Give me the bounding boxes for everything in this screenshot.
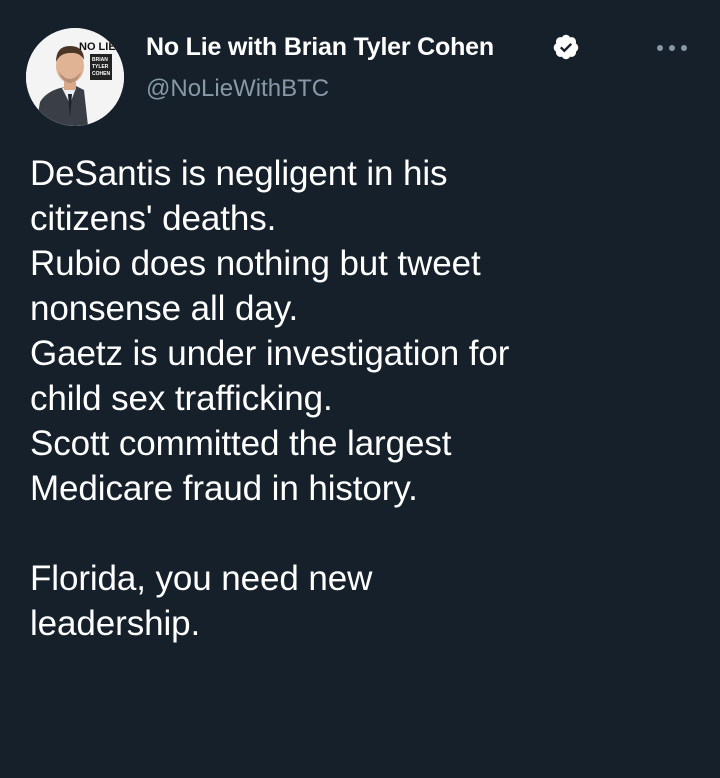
tweet-text: DeSantis is negligent in his citizens' d… [30,154,510,643]
avatar-badge-title: NO LIE [79,41,116,53]
author-handle[interactable]: @NoLieWithBTC [146,75,329,103]
svg-text:TYLER: TYLER [92,64,109,70]
avatar-badge-subtitle: BRIAN [92,57,108,63]
author-avatar[interactable]: NO LIE BRIAN TYLER COHEN [26,28,124,126]
avatar-image: NO LIE BRIAN TYLER COHEN [26,28,124,126]
author-name[interactable]: No Lie with Brian Tyler Cohen [146,33,494,62]
svg-text:COHEN: COHEN [92,71,110,77]
tweet-card: NO LIE BRIAN TYLER COHEN No Lie with Bri… [0,0,720,778]
verified-badge-icon [553,34,579,60]
more-options-icon[interactable] [652,38,692,58]
